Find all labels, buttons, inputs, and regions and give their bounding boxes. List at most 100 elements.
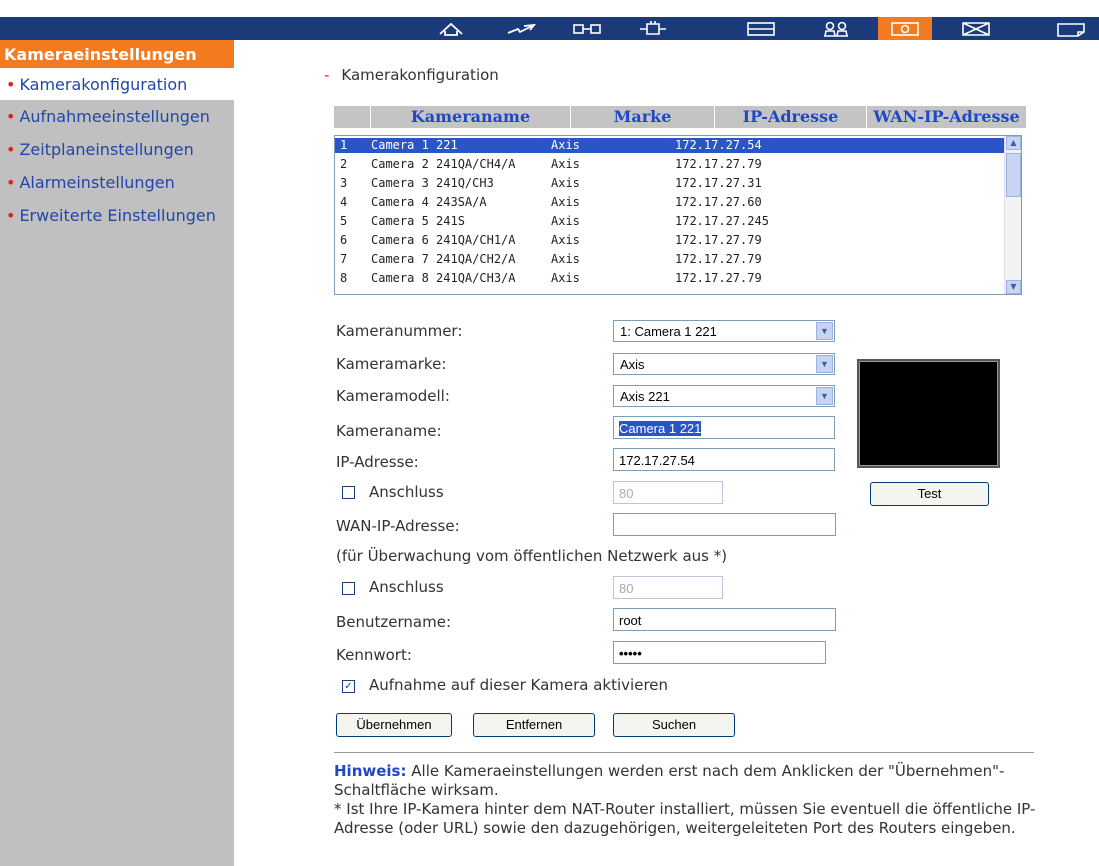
table-header-name: Kameraname: [370, 106, 570, 128]
cell-name: Camera 4 243SA/A: [371, 195, 487, 209]
camera-model-select[interactable]: Axis 221 ▼: [613, 385, 835, 407]
search-button[interactable]: Suchen: [613, 713, 735, 737]
home-icon[interactable]: [430, 17, 472, 40]
display-icon[interactable]: [740, 17, 782, 40]
camera-model-value: Axis 221: [620, 389, 670, 404]
test-button[interactable]: Test: [870, 482, 989, 506]
wan-port-field[interactable]: 80: [613, 576, 723, 599]
cell-ip: 172.17.27.245: [675, 214, 769, 228]
cell-num: 5: [340, 214, 348, 228]
cell-ip: 172.17.27.60: [675, 195, 762, 209]
list-item[interactable]: 1 Camera 1 221 Axis 172.17.27.54: [335, 138, 1004, 153]
camera-brand-value: Axis: [620, 357, 645, 372]
ip-address-value: 172.17.27.54: [619, 453, 695, 468]
note-text-1: Alle Kameraeinstellungen werden erst nac…: [334, 762, 1005, 799]
apply-button[interactable]: Übernehmen: [336, 713, 452, 737]
port-checkbox[interactable]: [342, 486, 355, 499]
port-field[interactable]: 80: [613, 481, 723, 504]
chevron-down-icon[interactable]: ▼: [816, 387, 833, 405]
camera-icon[interactable]: [878, 17, 932, 40]
camera-number-label: Kameranummer:: [336, 322, 463, 340]
sidebar-item-label: Kamerakonfiguration: [19, 75, 188, 94]
cell-name: Camera 5 241S: [371, 214, 465, 228]
username-field[interactable]: root: [613, 608, 836, 631]
cell-brand: Axis: [551, 233, 580, 247]
cell-name: Camera 2 241QA/CH4/A: [371, 157, 516, 171]
cell-name: Camera 1 221: [371, 138, 458, 152]
bullet-icon: •: [6, 173, 16, 192]
username-value: root: [619, 613, 642, 628]
cell-brand: Axis: [551, 138, 580, 152]
table-header-wan-ip: WAN-IP-Adresse: [866, 106, 1026, 128]
port-value: 80: [619, 486, 634, 501]
list-scrollbar[interactable]: ▲ ▼: [1004, 136, 1021, 294]
sidebar-item-label: Erweiterte Einstellungen: [19, 206, 216, 225]
note: Hinweis: Alle Kameraeinstellungen werden…: [334, 762, 1054, 838]
note-text-2: * Ist Ihre IP-Kamera hinter dem NAT-Rout…: [334, 800, 1036, 837]
users-icon[interactable]: [815, 17, 857, 40]
cell-num: 2: [340, 157, 348, 171]
plugin-icon[interactable]: [632, 17, 674, 40]
scroll-down-icon[interactable]: ▼: [1006, 280, 1021, 294]
cell-num: 7: [340, 252, 348, 266]
wan-port-checkbox[interactable]: [342, 582, 355, 595]
camera-name-label: Kameraname:: [336, 422, 442, 440]
enable-recording-label: Aufnahme auf dieser Kamera aktivieren: [369, 676, 669, 694]
cell-ip: 172.17.27.79: [675, 252, 762, 266]
list-item[interactable]: 4 Camera 4 243SA/A Axis 172.17.27.60: [335, 195, 1004, 210]
sidebar-item-erweiterte-einstellungen[interactable]: • Erweiterte Einstellungen: [0, 199, 234, 232]
list-item[interactable]: 5 Camera 5 241S Axis 172.17.27.245: [335, 214, 1004, 229]
password-field[interactable]: •••••: [613, 641, 826, 664]
chevron-down-icon[interactable]: ▼: [816, 322, 833, 340]
camera-name-field[interactable]: Camera 1 221: [613, 416, 835, 439]
sidebar-item-label: Aufnahmeeinstellungen: [19, 107, 210, 126]
bullet-icon: •: [6, 206, 16, 225]
network-icon[interactable]: [500, 17, 542, 40]
chevron-down-icon[interactable]: ▼: [816, 355, 833, 373]
section-title: - Kamerakonfiguration: [324, 66, 499, 84]
ip-address-field[interactable]: 172.17.27.54: [613, 448, 835, 471]
wan-port-value: 80: [619, 581, 634, 596]
list-item[interactable]: 3 Camera 3 241Q/CH3 Axis 172.17.27.31: [335, 176, 1004, 191]
wan-ip-field[interactable]: [613, 513, 836, 536]
cell-name: Camera 7 241QA/CH2/A: [371, 252, 516, 266]
camera-brand-select[interactable]: Axis ▼: [613, 353, 835, 375]
table-header-brand: Marke: [570, 106, 714, 128]
ip-address-label: IP-Adresse:: [336, 453, 419, 471]
list-item[interactable]: 8 Camera 8 241QA/CH3/A Axis 172.17.27.79: [335, 271, 1004, 286]
wan-ip-label: WAN-IP-Adresse:: [336, 517, 460, 535]
top-toolbar: [0, 0, 1099, 40]
cell-name: Camera 3 241Q/CH3: [371, 176, 494, 190]
cell-name: Camera 8 241QA/CH3/A: [371, 271, 516, 285]
cell-num: 8: [340, 271, 348, 285]
cell-brand: Axis: [551, 157, 580, 171]
table-header-ip: IP-Adresse: [714, 106, 866, 128]
list-item[interactable]: 7 Camera 7 241QA/CH2/A Axis 172.17.27.79: [335, 252, 1004, 267]
cell-brand: Axis: [551, 271, 580, 285]
scroll-thumb[interactable]: [1006, 153, 1021, 197]
wan-port-label: Anschluss: [369, 578, 444, 596]
sidebar-item-zeitplaneinstellungen[interactable]: • Zeitplaneinstellungen: [0, 133, 234, 166]
camera-number-select[interactable]: 1: Camera 1 221 ▼: [613, 320, 835, 342]
list-item[interactable]: 2 Camera 2 241QA/CH4/A Axis 172.17.27.79: [335, 157, 1004, 172]
folder-icon[interactable]: [1050, 17, 1092, 40]
cell-num: 3: [340, 176, 348, 190]
sidebar-item-alarmeinstellungen[interactable]: • Alarmeinstellungen: [0, 166, 234, 199]
sidebar-item-aufnahmeeinstellungen[interactable]: • Aufnahmeeinstellungen: [0, 100, 234, 133]
camera-number-value: 1: Camera 1 221: [620, 324, 717, 339]
cell-ip: 172.17.27.54: [675, 138, 762, 152]
list-item[interactable]: 6 Camera 6 241QA/CH1/A Axis 172.17.27.79: [335, 233, 1004, 248]
scroll-up-icon[interactable]: ▲: [1006, 136, 1021, 150]
sidebar: Kameraeinstellungen • Kamerakonfiguration…: [0, 40, 234, 866]
mail-icon[interactable]: [955, 17, 997, 40]
enable-recording-checkbox[interactable]: ✓: [342, 680, 355, 693]
remove-button[interactable]: Entfernen: [473, 713, 595, 737]
sidebar-item-kamerakonfiguration[interactable]: • Kamerakonfiguration: [0, 68, 234, 100]
cell-ip: 172.17.27.79: [675, 233, 762, 247]
camera-model-label: Kameramodell:: [336, 387, 450, 405]
device-icon[interactable]: [566, 17, 608, 40]
camera-list[interactable]: 1 Camera 1 221 Axis 172.17.27.54 2 Camera 2 2…: [334, 135, 1022, 295]
camera-name-value: Camera 1 221: [619, 421, 702, 436]
cell-ip: 172.17.27.31: [675, 176, 762, 190]
divider: [334, 752, 1034, 753]
